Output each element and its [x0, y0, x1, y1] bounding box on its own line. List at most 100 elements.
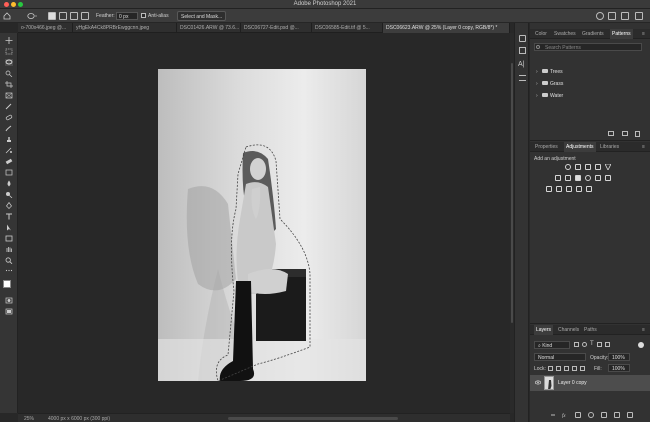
exposure-icon[interactable] — [595, 164, 601, 170]
brightness-icon[interactable] — [565, 164, 571, 170]
new-group-icon[interactable] — [608, 131, 614, 136]
selective-color-icon[interactable] — [586, 186, 592, 192]
character-icon[interactable]: A| — [518, 61, 525, 68]
tab-layers[interactable]: Layers — [534, 325, 554, 335]
dodge-tool-icon[interactable] — [5, 191, 13, 198]
filter-adjustment-icon[interactable] — [582, 342, 587, 347]
tab-doc-active[interactable]: DSC06623.ARW @ 25% (Layer 0 copy, RGB/8*… — [383, 23, 510, 33]
color-balance-icon[interactable] — [565, 175, 571, 181]
type-tool-icon[interactable] — [5, 213, 13, 220]
tab-doc-3[interactable]: DSC01426.ARW @ 73.6... — [177, 23, 241, 33]
crop-tool-icon[interactable] — [5, 81, 13, 88]
pen-tool-icon[interactable] — [5, 202, 13, 209]
delete-layer-icon[interactable] — [627, 412, 633, 418]
filter-shape-icon[interactable] — [597, 342, 602, 347]
history-brush-tool-icon[interactable] — [5, 147, 13, 154]
new-pattern-icon[interactable] — [622, 131, 628, 136]
marquee-tool-icon[interactable] — [5, 48, 13, 55]
filter-smart-object-icon[interactable] — [605, 342, 610, 347]
visibility-eye-icon[interactable] — [534, 380, 542, 385]
filter-type-icon[interactable]: T — [590, 341, 594, 347]
delete-icon[interactable] — [635, 131, 640, 137]
paragraph-icon[interactable] — [519, 75, 526, 81]
black-white-icon[interactable] — [575, 175, 581, 181]
tab-doc-5[interactable]: DSC06585-Edit.tif @ 5... — [312, 23, 383, 33]
search-icon[interactable] — [596, 12, 604, 20]
photo-filter-icon[interactable] — [585, 175, 591, 181]
threshold-icon[interactable] — [566, 186, 572, 192]
feather-input[interactable]: 0 px — [116, 12, 138, 20]
tab-patterns[interactable]: Patterns — [610, 29, 633, 39]
levels-icon[interactable] — [575, 164, 581, 170]
pattern-group-trees[interactable]: › Trees — [534, 66, 644, 78]
eraser-tool-icon[interactable] — [5, 158, 13, 165]
foreground-color-swatch[interactable] — [3, 280, 11, 288]
invert-icon[interactable] — [546, 186, 552, 192]
new-layer-icon[interactable] — [614, 412, 620, 418]
brush-tool-icon[interactable] — [5, 125, 13, 132]
workspace-icon[interactable] — [621, 12, 629, 20]
hand-tool-icon[interactable] — [5, 246, 13, 253]
frame-tool-icon[interactable] — [5, 92, 13, 99]
document-image[interactable] — [158, 69, 366, 381]
select-and-mask-button[interactable]: Select and Mask... — [177, 11, 227, 21]
patterns-search-input[interactable]: Search Patterns — [534, 43, 642, 51]
tab-libraries[interactable]: Libraries — [600, 144, 619, 150]
lasso-tool-icon[interactable] — [5, 59, 13, 66]
tab-swatches[interactable]: Swatches — [554, 31, 576, 37]
properties-icon[interactable] — [519, 47, 526, 54]
posterize-icon[interactable] — [556, 186, 562, 192]
pattern-group-water[interactable]: › Water — [534, 90, 644, 102]
chevron-right-icon[interactable]: › — [536, 81, 538, 87]
history-icon[interactable] — [519, 35, 526, 42]
layer-name[interactable]: Layer 0 copy — [558, 380, 587, 386]
chevron-right-icon[interactable]: › — [536, 69, 538, 75]
panel-menu-icon[interactable]: ≡ — [642, 144, 645, 150]
edit-toolbar-icon[interactable] — [5, 267, 13, 274]
rectangle-tool-icon[interactable] — [5, 235, 13, 242]
layer-filter-kind-select[interactable]: ⌕ Kind — [534, 341, 570, 349]
lock-pixels-icon[interactable] — [548, 366, 553, 371]
gradient-map-icon[interactable] — [576, 186, 582, 192]
tab-adjustments[interactable]: Adjustments — [564, 142, 596, 152]
new-group-icon[interactable] — [601, 412, 607, 418]
tab-channels[interactable]: Channels — [558, 327, 579, 333]
lock-position-icon[interactable] — [564, 366, 569, 371]
layer-mask-icon[interactable] — [575, 412, 581, 418]
gradient-tool-icon[interactable] — [5, 169, 13, 176]
intersect-selection-icon[interactable] — [81, 12, 89, 20]
pattern-group-grass[interactable]: › Grass — [534, 78, 644, 90]
blend-mode-select[interactable]: Normal — [534, 353, 586, 361]
tab-paths[interactable]: Paths — [584, 327, 597, 333]
tab-properties[interactable]: Properties — [535, 144, 558, 150]
vibrance-icon[interactable] — [604, 163, 612, 171]
lock-paint-icon[interactable] — [556, 366, 561, 371]
opacity-input[interactable]: 100% — [608, 353, 630, 361]
filter-toggle-icon[interactable] — [638, 342, 644, 348]
new-selection-icon[interactable] — [48, 12, 56, 20]
tab-doc-1[interactable]: o-700x466.jpeg @... — [18, 23, 73, 33]
share-icon[interactable] — [608, 12, 616, 20]
path-selection-tool-icon[interactable] — [5, 224, 13, 231]
zoom-level[interactable]: 25% — [24, 416, 34, 422]
clone-stamp-tool-icon[interactable] — [5, 136, 13, 143]
lock-all-icon[interactable] — [580, 366, 585, 371]
curves-icon[interactable] — [585, 164, 591, 170]
layer-style-icon[interactable]: fx — [562, 412, 568, 419]
healing-brush-tool-icon[interactable] — [5, 114, 13, 121]
blur-tool-icon[interactable] — [5, 180, 13, 187]
lasso-preset-icon[interactable] — [27, 12, 37, 20]
panel-menu-icon[interactable]: ≡ — [642, 31, 645, 37]
canvas-vertical-scrollbar-thumb[interactable] — [511, 63, 513, 323]
move-tool-icon[interactable] — [5, 37, 13, 44]
link-layers-icon[interactable] — [550, 412, 556, 418]
canvas-area[interactable] — [18, 33, 510, 413]
tab-doc-2[interactable]: yHgEkA4Ck8PRBrEwggcnn.jpeg — [73, 23, 177, 33]
color-lookup-icon[interactable] — [605, 175, 611, 181]
quick-select-tool-icon[interactable] — [5, 70, 13, 77]
adjustment-layer-icon[interactable] — [588, 412, 594, 418]
quick-mask-icon[interactable] — [5, 297, 13, 304]
channel-mixer-icon[interactable] — [595, 175, 601, 181]
canvas-horizontal-scrollbar-thumb[interactable] — [228, 417, 398, 420]
zoom-tool-icon[interactable] — [5, 257, 13, 264]
